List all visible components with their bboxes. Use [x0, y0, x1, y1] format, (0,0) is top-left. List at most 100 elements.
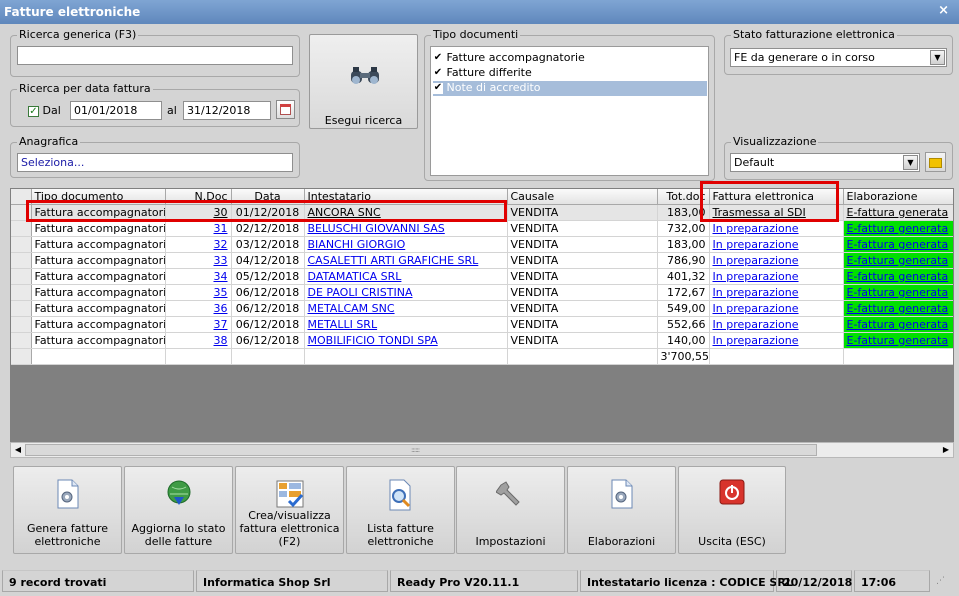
row-header[interactable] — [11, 316, 32, 333]
cell-link[interactable]: METALCAM SNC — [308, 302, 395, 315]
table-cell[interactable]: Fattura accompagnatoria — [31, 316, 166, 333]
genera-fatture-button[interactable]: Genera fatture elettroniche — [13, 466, 122, 554]
table-cell[interactable]: 02/12/2018 — [231, 220, 305, 237]
table-cell[interactable]: 06/12/2018 — [231, 332, 305, 349]
table-cell[interactable]: E-fattura generata — [843, 332, 953, 349]
list-item[interactable]: ✔ Fatture differite — [433, 66, 707, 81]
table-cell[interactable]: VENDITA — [507, 204, 658, 221]
chevron-down-icon[interactable]: ▼ — [930, 50, 945, 65]
list-item-selected[interactable]: ✔ Note di accredito — [433, 81, 707, 96]
calendar-icon[interactable] — [276, 100, 295, 119]
crea-visualizza-button[interactable]: Crea/visualizza fattura elettronica (F2) — [235, 466, 344, 554]
close-icon[interactable]: × — [938, 3, 949, 18]
table-row[interactable]: Fattura accompagnatoria 37 06/12/2018 METAL… — [11, 316, 953, 333]
table-cell[interactable]: 32 — [165, 236, 232, 253]
table-cell[interactable]: E-fattura generata — [843, 300, 953, 317]
table-cell[interactable]: In preparazione — [709, 268, 844, 285]
table-cell[interactable]: In preparazione — [709, 284, 844, 301]
cell-link[interactable]: In preparazione — [713, 318, 799, 331]
table-cell[interactable]: Fattura accompagnatoria — [31, 300, 166, 317]
table-cell[interactable]: 05/12/2018 — [231, 268, 305, 285]
table-cell[interactable]: 34 — [165, 268, 232, 285]
table-cell[interactable]: ANCORA SNC — [304, 204, 508, 221]
cell-link[interactable]: E-fattura generata — [847, 334, 949, 347]
table-row[interactable]: Fattura accompagnatoria 31 02/12/2018 BELUS… — [11, 220, 953, 237]
cell-link[interactable]: E-fattura generata — [847, 254, 949, 267]
row-header[interactable] — [11, 332, 32, 349]
cell-link[interactable]: MOBILIFICIO TONDI SPA — [308, 334, 438, 347]
table-cell[interactable]: 33 — [165, 252, 232, 269]
table-cell[interactable]: 732,00 — [657, 220, 710, 237]
table-cell[interactable]: Fattura accompagnatoria — [31, 332, 166, 349]
cell-link[interactable]: E-fattura generata — [847, 270, 949, 283]
table-cell[interactable]: 552,66 — [657, 316, 710, 333]
table-cell[interactable]: 172,67 — [657, 284, 710, 301]
row-header[interactable] — [11, 268, 32, 285]
table-row[interactable]: Fattura accompagnatoria 34 05/12/2018 DATAM… — [11, 268, 953, 285]
table-cell[interactable]: DATAMATICA SRL — [304, 268, 508, 285]
table-cell[interactable]: VENDITA — [507, 252, 658, 269]
cell-link[interactable]: E-fattura generata — [847, 222, 949, 235]
table-cell[interactable]: In preparazione — [709, 252, 844, 269]
scroll-right-icon[interactable]: ▶ — [939, 443, 953, 457]
table-cell[interactable]: Trasmessa al SDI — [709, 204, 844, 221]
table-cell[interactable]: VENDITA — [507, 316, 658, 333]
checkbox-icon[interactable]: ✔ — [433, 67, 443, 79]
cell-link[interactable]: 32 — [214, 238, 228, 251]
table-cell[interactable]: In preparazione — [709, 316, 844, 333]
cell-link[interactable]: 37 — [214, 318, 228, 331]
table-cell[interactable]: 549,00 — [657, 300, 710, 317]
cell-link[interactable]: In preparazione — [713, 334, 799, 347]
table-cell[interactable]: 30 — [165, 204, 232, 221]
table-cell[interactable]: 37 — [165, 316, 232, 333]
cell-link[interactable]: 31 — [214, 222, 228, 235]
table-cell[interactable]: VENDITA — [507, 300, 658, 317]
table-cell[interactable]: 36 — [165, 300, 232, 317]
checkbox-icon[interactable]: ✔ — [433, 82, 443, 94]
row-header[interactable] — [11, 220, 32, 237]
table-cell[interactable]: 183,00 — [657, 204, 710, 221]
visualizzazione-select[interactable]: Default ▼ — [730, 153, 920, 172]
cell-link[interactable]: E-fattura generata — [847, 318, 949, 331]
generic-search-input[interactable] — [17, 46, 293, 65]
cell-link[interactable]: 34 — [214, 270, 228, 283]
row-header[interactable] — [11, 204, 32, 221]
cell-link[interactable]: 30 — [214, 206, 228, 219]
table-cell[interactable]: E-fattura generata — [843, 236, 953, 253]
column-header[interactable]: N.Doc — [165, 189, 232, 205]
cell-link[interactable]: ANCORA SNC — [308, 206, 381, 219]
row-header[interactable] — [11, 236, 32, 253]
table-cell[interactable]: METALLI SRL — [304, 316, 508, 333]
impostazioni-button[interactable]: Impostazioni — [456, 466, 565, 554]
cell-link[interactable]: 38 — [214, 334, 228, 347]
table-row[interactable]: Fattura accompagnatoria 36 06/12/2018 METAL… — [11, 300, 953, 317]
invoices-grid[interactable]: Tipo documento N.Doc Data Intestatario C… — [10, 188, 954, 458]
table-cell[interactable]: CASALETTI ARTI GRAFICHE SRL — [304, 252, 508, 269]
table-cell[interactable]: E-fattura generata — [843, 316, 953, 333]
table-cell[interactable]: 01/12/2018 — [231, 204, 305, 221]
table-cell[interactable]: 140,00 — [657, 332, 710, 349]
folder-icon[interactable] — [925, 152, 946, 172]
table-cell[interactable]: In preparazione — [709, 300, 844, 317]
table-cell[interactable]: Fattura accompagnatoria — [31, 204, 166, 221]
table-cell[interactable]: 04/12/2018 — [231, 252, 305, 269]
table-row[interactable]: Fattura accompagnatoria 38 06/12/2018 MOBIL… — [11, 332, 953, 349]
table-cell[interactable]: 31 — [165, 220, 232, 237]
table-cell[interactable]: 06/12/2018 — [231, 316, 305, 333]
table-cell[interactable]: Fattura accompagnatoria — [31, 220, 166, 237]
lista-fatture-button[interactable]: Lista fatture elettroniche — [346, 466, 455, 554]
table-cell[interactable]: BELUSCHI GIOVANNI SAS — [304, 220, 508, 237]
cell-link[interactable]: Trasmessa al SDI — [713, 206, 806, 219]
table-cell[interactable]: 03/12/2018 — [231, 236, 305, 253]
date-from-checkbox[interactable]: ✓ — [28, 105, 39, 117]
table-cell[interactable]: VENDITA — [507, 332, 658, 349]
table-cell[interactable]: E-fattura generata — [843, 268, 953, 285]
column-header[interactable]: Tipo documento — [31, 189, 166, 205]
table-cell[interactable]: In preparazione — [709, 220, 844, 237]
table-cell[interactable]: MOBILIFICIO TONDI SPA — [304, 332, 508, 349]
elaborazioni-button[interactable]: Elaborazioni — [567, 466, 676, 554]
table-cell[interactable]: Fattura accompagnatoria — [31, 268, 166, 285]
table-cell[interactable]: BIANCHI GIORGIO — [304, 236, 508, 253]
table-cell[interactable]: VENDITA — [507, 220, 658, 237]
table-cell[interactable]: VENDITA — [507, 284, 658, 301]
